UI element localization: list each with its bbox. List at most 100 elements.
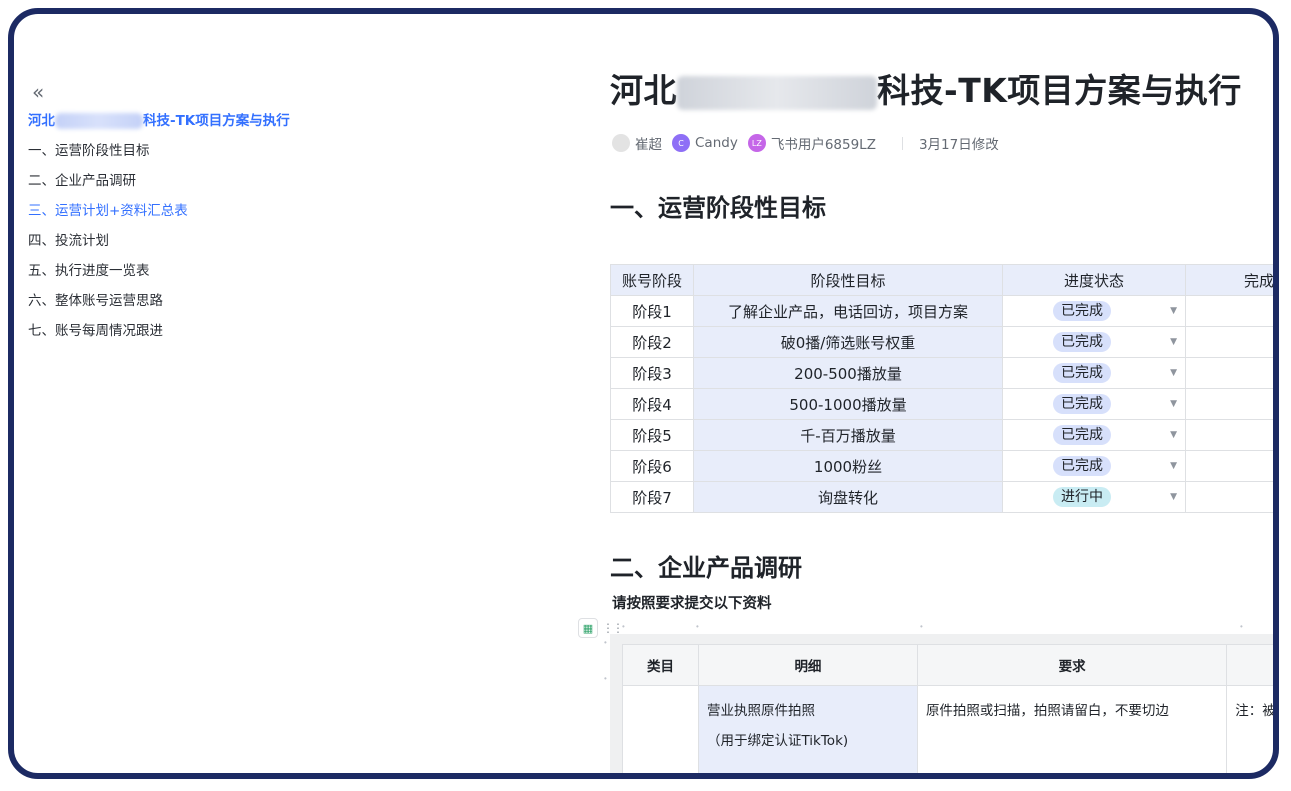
status-badge: 已完成 xyxy=(1053,301,1111,321)
title-prefix: 河北 xyxy=(610,71,677,110)
chevron-down-icon[interactable]: ▼ xyxy=(1170,306,1177,316)
avatar[interactable]: LZ xyxy=(747,134,766,152)
cell-goal[interactable]: 了解企业产品，电话回访，项目方案 xyxy=(693,295,1003,327)
cell-goal[interactable]: 询盘转化 xyxy=(693,481,1003,513)
resize-dot: • xyxy=(622,622,625,631)
table-row: 营业执照原件拍照 （用于绑定认证TikTok) 原件拍照或扫描，拍照请留白，不要… xyxy=(622,685,1273,773)
cell-note[interactable]: 注：被 xyxy=(1226,685,1273,773)
section-heading-1: 一、运营阶段性目标 xyxy=(610,194,826,222)
outline-item-7[interactable]: 七、账号每周情况跟进 xyxy=(28,316,448,346)
cell-goal[interactable]: 破0播/筛选账号权重 xyxy=(693,326,1003,358)
status-badge: 已完成 xyxy=(1053,394,1111,414)
column-header[interactable]: 进度状态 xyxy=(1002,264,1186,296)
cell-status[interactable]: 已完成 ▼ xyxy=(1002,450,1186,482)
avatar[interactable]: C xyxy=(672,134,690,152)
cell-status[interactable]: 已完成 ▼ xyxy=(1002,295,1186,327)
column-header[interactable]: 完成 xyxy=(1185,264,1273,296)
resize-dot: • xyxy=(696,622,699,631)
author-name[interactable]: 崔超 xyxy=(635,133,662,153)
author-name[interactable]: Candy xyxy=(695,135,738,151)
table-header-row: 类目 明细 要求 xyxy=(622,644,1273,686)
outline-doc-title-suffix: 科技-TK项目方案与执行 xyxy=(143,113,290,129)
cell-stage[interactable]: 阶段3 xyxy=(610,357,694,389)
table-row: 阶段6 1000粉丝 已完成 ▼ xyxy=(610,450,1273,482)
cell-done[interactable] xyxy=(1185,481,1273,513)
outline-doc-title-prefix: 河北 xyxy=(28,113,55,129)
column-header[interactable]: 类目 xyxy=(622,644,699,686)
avatar[interactable] xyxy=(612,134,630,152)
chevron-down-icon[interactable]: ▼ xyxy=(1170,430,1177,440)
outline-item-3[interactable]: 三、运营计划+资料汇总表 xyxy=(28,196,448,226)
cell-category[interactable] xyxy=(622,685,699,773)
table-row: 阶段7 询盘转化 进行中 ▼ xyxy=(610,481,1273,513)
cell-detail[interactable]: 营业执照原件拍照 （用于绑定认证TikTok) xyxy=(697,685,918,773)
outline-item-1[interactable]: 一、运营阶段性目标 xyxy=(28,136,448,166)
cell-status[interactable]: 已完成 ▼ xyxy=(1002,357,1186,389)
chevron-down-icon[interactable]: ▼ xyxy=(1170,399,1177,409)
table-row: 阶段5 千-百万播放量 已完成 ▼ xyxy=(610,419,1273,451)
doc-meta: 崔超 C Candy LZ 飞书用户6859LZ 3月17日修改 xyxy=(612,132,999,154)
column-header[interactable]: 账号阶段 xyxy=(610,264,694,296)
cell-stage[interactable]: 阶段2 xyxy=(610,326,694,358)
cell-done[interactable] xyxy=(1185,450,1273,482)
table-icon[interactable]: ▦ xyxy=(578,618,598,638)
chevron-down-icon[interactable]: ▼ xyxy=(1170,337,1177,347)
detail-line: 营业执照原件拍照 xyxy=(706,703,815,719)
cell-stage[interactable]: 阶段1 xyxy=(610,295,694,327)
section-heading-2: 二、企业产品调研 xyxy=(610,554,802,582)
chevron-down-icon[interactable]: ▼ xyxy=(1170,368,1177,378)
cell-goal[interactable]: 200-500播放量 xyxy=(693,357,1003,389)
cell-requirement[interactable]: 原件拍照或扫描，拍照请留白，不要切边 xyxy=(916,685,1228,773)
cell-done[interactable] xyxy=(1185,357,1273,389)
cell-goal[interactable]: 500-1000播放量 xyxy=(693,388,1003,420)
cell-done[interactable] xyxy=(1185,388,1273,420)
column-header[interactable] xyxy=(1226,644,1273,686)
collapse-sidebar-icon[interactable]: « xyxy=(32,80,44,104)
section-subtitle: 请按照要求提交以下资料 xyxy=(612,596,772,612)
table-row: 阶段1 了解企业产品，电话回访，项目方案 已完成 ▼ xyxy=(610,295,1273,327)
cell-done[interactable] xyxy=(1185,326,1273,358)
cell-stage[interactable]: 阶段7 xyxy=(610,481,694,513)
cell-status[interactable]: 已完成 ▼ xyxy=(1002,326,1186,358)
drag-handle-icon[interactable]: ⋮⋮ xyxy=(602,621,624,635)
outline-sidebar: 河北 科技-TK项目方案与执行 一、运营阶段性目标 二、企业产品调研 三、运营计划… xyxy=(28,106,448,346)
blurred-title-text xyxy=(677,75,877,110)
page-title: 河北 科技-TK项目方案与执行 xyxy=(610,64,1242,112)
outline-doc-title[interactable]: 河北 科技-TK项目方案与执行 xyxy=(28,106,448,136)
status-badge: 已完成 xyxy=(1053,332,1111,352)
row-selector-bar[interactable] xyxy=(610,634,622,773)
cell-goal[interactable]: 千-百万播放量 xyxy=(693,419,1003,451)
chevron-down-icon[interactable]: ▼ xyxy=(1170,492,1177,502)
table-row: 阶段3 200-500播放量 已完成 ▼ xyxy=(610,357,1273,389)
table-header-row: 账号阶段 阶段性目标 进度状态 完成 xyxy=(610,264,1273,296)
document-body: 河北 科技-TK项目方案与执行 崔超 C Candy LZ 飞书用户6859LZ … xyxy=(578,14,1273,773)
chevron-down-icon[interactable]: ▼ xyxy=(1170,461,1177,471)
outline-item-4[interactable]: 四、投流计划 xyxy=(28,226,448,256)
table-row: 阶段2 破0播/筛选账号权重 已完成 ▼ xyxy=(610,326,1273,358)
cell-status[interactable]: 已完成 ▼ xyxy=(1002,388,1186,420)
cell-status[interactable]: 进行中 ▼ xyxy=(1002,481,1186,513)
status-badge: 已完成 xyxy=(1053,363,1111,383)
outline-item-2[interactable]: 二、企业产品调研 xyxy=(28,166,448,196)
screenshot-frame: « 河北 科技-TK项目方案与执行 一、运营阶段性目标 二、企业产品调研 三、运营… xyxy=(8,8,1279,779)
cell-done[interactable] xyxy=(1185,419,1273,451)
outline-item-5[interactable]: 五、执行进度一览表 xyxy=(28,256,448,286)
blurred-text xyxy=(55,113,143,129)
column-header[interactable]: 要求 xyxy=(916,644,1228,686)
cell-done[interactable] xyxy=(1185,295,1273,327)
outline-item-6[interactable]: 六、整体账号运营思路 xyxy=(28,286,448,316)
modified-time: 3月17日修改 xyxy=(918,137,999,153)
cell-status[interactable]: 已完成 ▼ xyxy=(1002,419,1186,451)
resize-dot: • xyxy=(1240,622,1243,631)
cell-stage[interactable]: 阶段6 xyxy=(610,450,694,482)
column-header[interactable]: 明细 xyxy=(697,644,918,686)
author-name[interactable]: 飞书用户6859LZ xyxy=(771,133,876,153)
requirements-table: 类目 明细 要求 营业执照原件拍照 （用于绑定认证TikTok) 原件拍照或扫描… xyxy=(622,644,1273,773)
cell-goal[interactable]: 1000粉丝 xyxy=(693,450,1003,482)
cell-stage[interactable]: 阶段4 xyxy=(610,388,694,420)
resize-dot: • xyxy=(920,622,923,631)
column-header[interactable]: 阶段性目标 xyxy=(693,264,1003,296)
goals-table: 账号阶段 阶段性目标 进度状态 完成 阶段1 了解企业产品，电话回访，项目方案 … xyxy=(610,264,1273,513)
column-selector-bar[interactable] xyxy=(622,634,1273,644)
cell-stage[interactable]: 阶段5 xyxy=(610,419,694,451)
